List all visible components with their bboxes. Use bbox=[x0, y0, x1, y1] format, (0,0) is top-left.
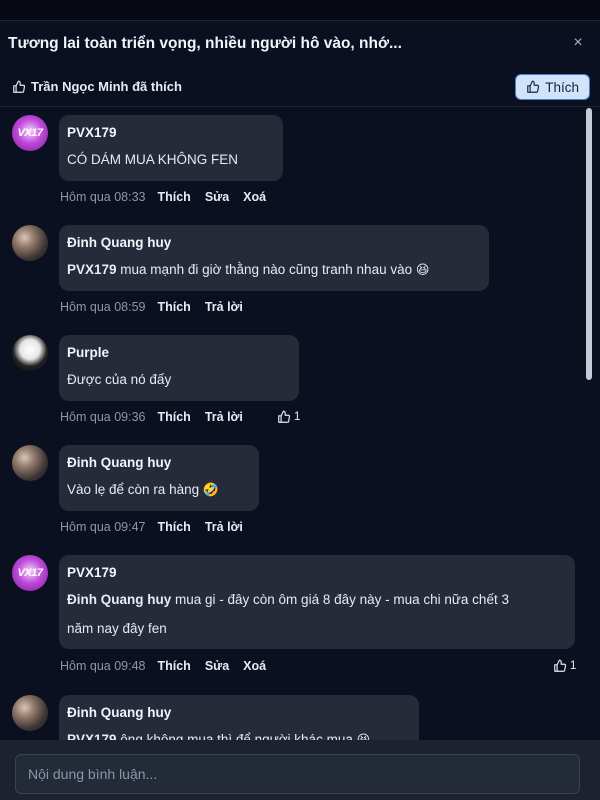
comment-composer bbox=[0, 740, 600, 800]
like-count: 1 bbox=[294, 411, 301, 423]
comment-time: Hôm qua 08:59 bbox=[60, 300, 146, 314]
thumbs-up-icon bbox=[553, 659, 567, 673]
comment-text: CÓ DÁM MUA KHÔNG FEN bbox=[67, 145, 238, 174]
comment-time: Hôm qua 09:48 bbox=[60, 659, 146, 673]
like-comment-button[interactable]: Thích bbox=[157, 190, 190, 204]
comment-like-count[interactable]: 1 bbox=[553, 659, 576, 673]
liked-by-summary: Trần Ngọc Minh đã thích bbox=[12, 79, 182, 94]
comment-bubble: Đinh Quang huy PVX179 mua mạnh đi giờ th… bbox=[59, 225, 489, 291]
avatar[interactable] bbox=[12, 695, 48, 731]
avatar[interactable]: VX17 bbox=[12, 115, 48, 151]
comment-author[interactable]: Đinh Quang huy bbox=[67, 705, 171, 720]
avatar[interactable] bbox=[12, 335, 48, 371]
comment-bubble: Đinh Quang huy Vào lẹ để còn ra hàng 🤣 bbox=[59, 445, 259, 511]
delete-comment-button[interactable]: Xoá bbox=[243, 659, 266, 673]
comment-meta: Hôm qua 08:33 Thích Sửa Xoá bbox=[60, 190, 280, 204]
comment-text-body: mua mạnh đi giờ thằng nào cũng tranh nha… bbox=[116, 262, 413, 277]
mention-link[interactable]: PVX179 bbox=[67, 262, 117, 277]
comment-text: PVX179 ông không mua thì để người khác m… bbox=[67, 725, 370, 740]
like-comment-button[interactable]: Thích bbox=[157, 659, 190, 673]
comment-item: VX17 PVX179 CÓ DÁM MUA KHÔNG FEN Hôm qua… bbox=[0, 107, 584, 215]
mention-link[interactable]: PVX179 bbox=[67, 732, 117, 740]
scrollbar[interactable] bbox=[586, 108, 592, 738]
delete-comment-button[interactable]: Xoá bbox=[243, 190, 266, 204]
avatar-text: VX17 bbox=[17, 567, 43, 579]
comment-text-body: ông không mua thì để người khác mua bbox=[116, 732, 353, 740]
liked-by-text: Trần Ngọc Minh đã thích bbox=[31, 79, 182, 94]
comment-bubble: Đinh Quang huy PVX179 ông không mua thì … bbox=[59, 695, 419, 740]
mention-link[interactable]: Đinh Quang huy bbox=[67, 592, 171, 607]
comment-time: Hôm qua 09:36 bbox=[60, 410, 146, 424]
comment-list[interactable]: VX17 PVX179 CÓ DÁM MUA KHÔNG FEN Hôm qua… bbox=[0, 107, 584, 740]
avatar[interactable] bbox=[12, 445, 48, 481]
comment-text: Được của nó đấy bbox=[67, 365, 171, 394]
laughing-emoji-icon: 😆 bbox=[415, 262, 430, 277]
comment-bubble: PVX179 Đinh Quang huy mua gi - đây còn ô… bbox=[59, 555, 575, 649]
comment-like-count[interactable]: 1 bbox=[277, 410, 300, 424]
comment-meta: Hôm qua 09:47 Thích Trả lời bbox=[60, 520, 257, 534]
scroll-thumb[interactable] bbox=[586, 108, 592, 380]
edit-comment-button[interactable]: Sửa bbox=[205, 190, 229, 204]
comment-author[interactable]: Purple bbox=[67, 345, 109, 360]
comment-author[interactable]: PVX179 bbox=[67, 125, 117, 140]
comment-text: Đinh Quang huy mua gi - đây còn ôm giá 8… bbox=[67, 585, 509, 614]
comment-time: Hôm qua 08:33 bbox=[60, 190, 146, 204]
laughing-emoji-icon: 😆 bbox=[356, 732, 371, 740]
edit-comment-button[interactable]: Sửa bbox=[205, 659, 229, 673]
like-post-button[interactable]: Thích bbox=[515, 74, 590, 100]
thumbs-up-icon bbox=[526, 80, 540, 94]
comment-author[interactable]: Đinh Quang huy bbox=[67, 235, 171, 250]
comment-author[interactable]: Đinh Quang huy bbox=[67, 455, 171, 470]
rolling-laughing-emoji-icon: 🤣 bbox=[202, 482, 220, 497]
close-icon[interactable]: × bbox=[568, 33, 588, 53]
like-post-label: Thích bbox=[545, 79, 579, 95]
comment-input[interactable] bbox=[15, 754, 580, 794]
comment-item: VX17 PVX179 Đinh Quang huy mua gi - đây … bbox=[0, 547, 584, 685]
comment-text-line2: năm nay đây fen bbox=[67, 621, 167, 636]
comment-item: Đinh Quang huy Vào lẹ để còn ra hàng 🤣 H… bbox=[0, 437, 584, 547]
comment-item: Đinh Quang huy PVX179 mua mạnh đi giờ th… bbox=[0, 217, 584, 325]
comment-text-body: Được của nó đấy bbox=[67, 372, 172, 387]
comment-text: PVX179 mua mạnh đi giờ thằng nào cũng tr… bbox=[67, 255, 429, 284]
comment-meta: Hôm qua 09:48 Thích Sửa Xoá bbox=[60, 659, 280, 673]
comment-text-body: Vào lẹ để còn ra hàng bbox=[67, 482, 200, 497]
thumbs-up-icon bbox=[277, 410, 291, 424]
comment-meta: Hôm qua 08:59 Thích Trả lời bbox=[60, 300, 257, 314]
avatar[interactable]: VX17 bbox=[12, 555, 48, 591]
reply-comment-button[interactable]: Trả lời bbox=[205, 300, 243, 314]
like-comment-button[interactable]: Thích bbox=[157, 300, 190, 314]
post-title: Tương lai toàn triển vọng, nhiều người h… bbox=[8, 35, 402, 52]
comment-author[interactable]: PVX179 bbox=[67, 565, 117, 580]
comment-bubble: PVX179 CÓ DÁM MUA KHÔNG FEN bbox=[59, 115, 283, 181]
avatar-text: VX17 bbox=[17, 127, 43, 139]
thumbs-up-icon bbox=[12, 80, 26, 94]
like-count: 1 bbox=[570, 660, 577, 672]
dialog-header: Tương lai toàn triển vọng, nhiều người h… bbox=[0, 21, 600, 69]
comment-text-body: mua gi - đây còn ôm giá 8 đây này - mua … bbox=[171, 592, 509, 607]
comment-time: Hôm qua 09:47 bbox=[60, 520, 146, 534]
avatar[interactable] bbox=[12, 225, 48, 261]
window-top-bar bbox=[0, 0, 600, 21]
comment-bubble: Purple Được của nó đấy bbox=[59, 335, 299, 401]
like-comment-button[interactable]: Thích bbox=[157, 410, 190, 424]
like-summary-bar: Trần Ngọc Minh đã thích Thích bbox=[0, 70, 600, 107]
comment-text: Vào lẹ để còn ra hàng 🤣 bbox=[67, 475, 219, 504]
comment-meta: Hôm qua 09:36 Thích Trả lời bbox=[60, 410, 257, 424]
comment-item: Purple Được của nó đấy Hôm qua 09:36 Thí… bbox=[0, 327, 584, 435]
comment-text-body: CÓ DÁM MUA KHÔNG FEN bbox=[67, 152, 239, 167]
like-comment-button[interactable]: Thích bbox=[157, 520, 190, 534]
comment-item: Đinh Quang huy PVX179 ông không mua thì … bbox=[0, 687, 584, 740]
reply-comment-button[interactable]: Trả lời bbox=[205, 410, 243, 424]
reply-comment-button[interactable]: Trả lời bbox=[205, 520, 243, 534]
